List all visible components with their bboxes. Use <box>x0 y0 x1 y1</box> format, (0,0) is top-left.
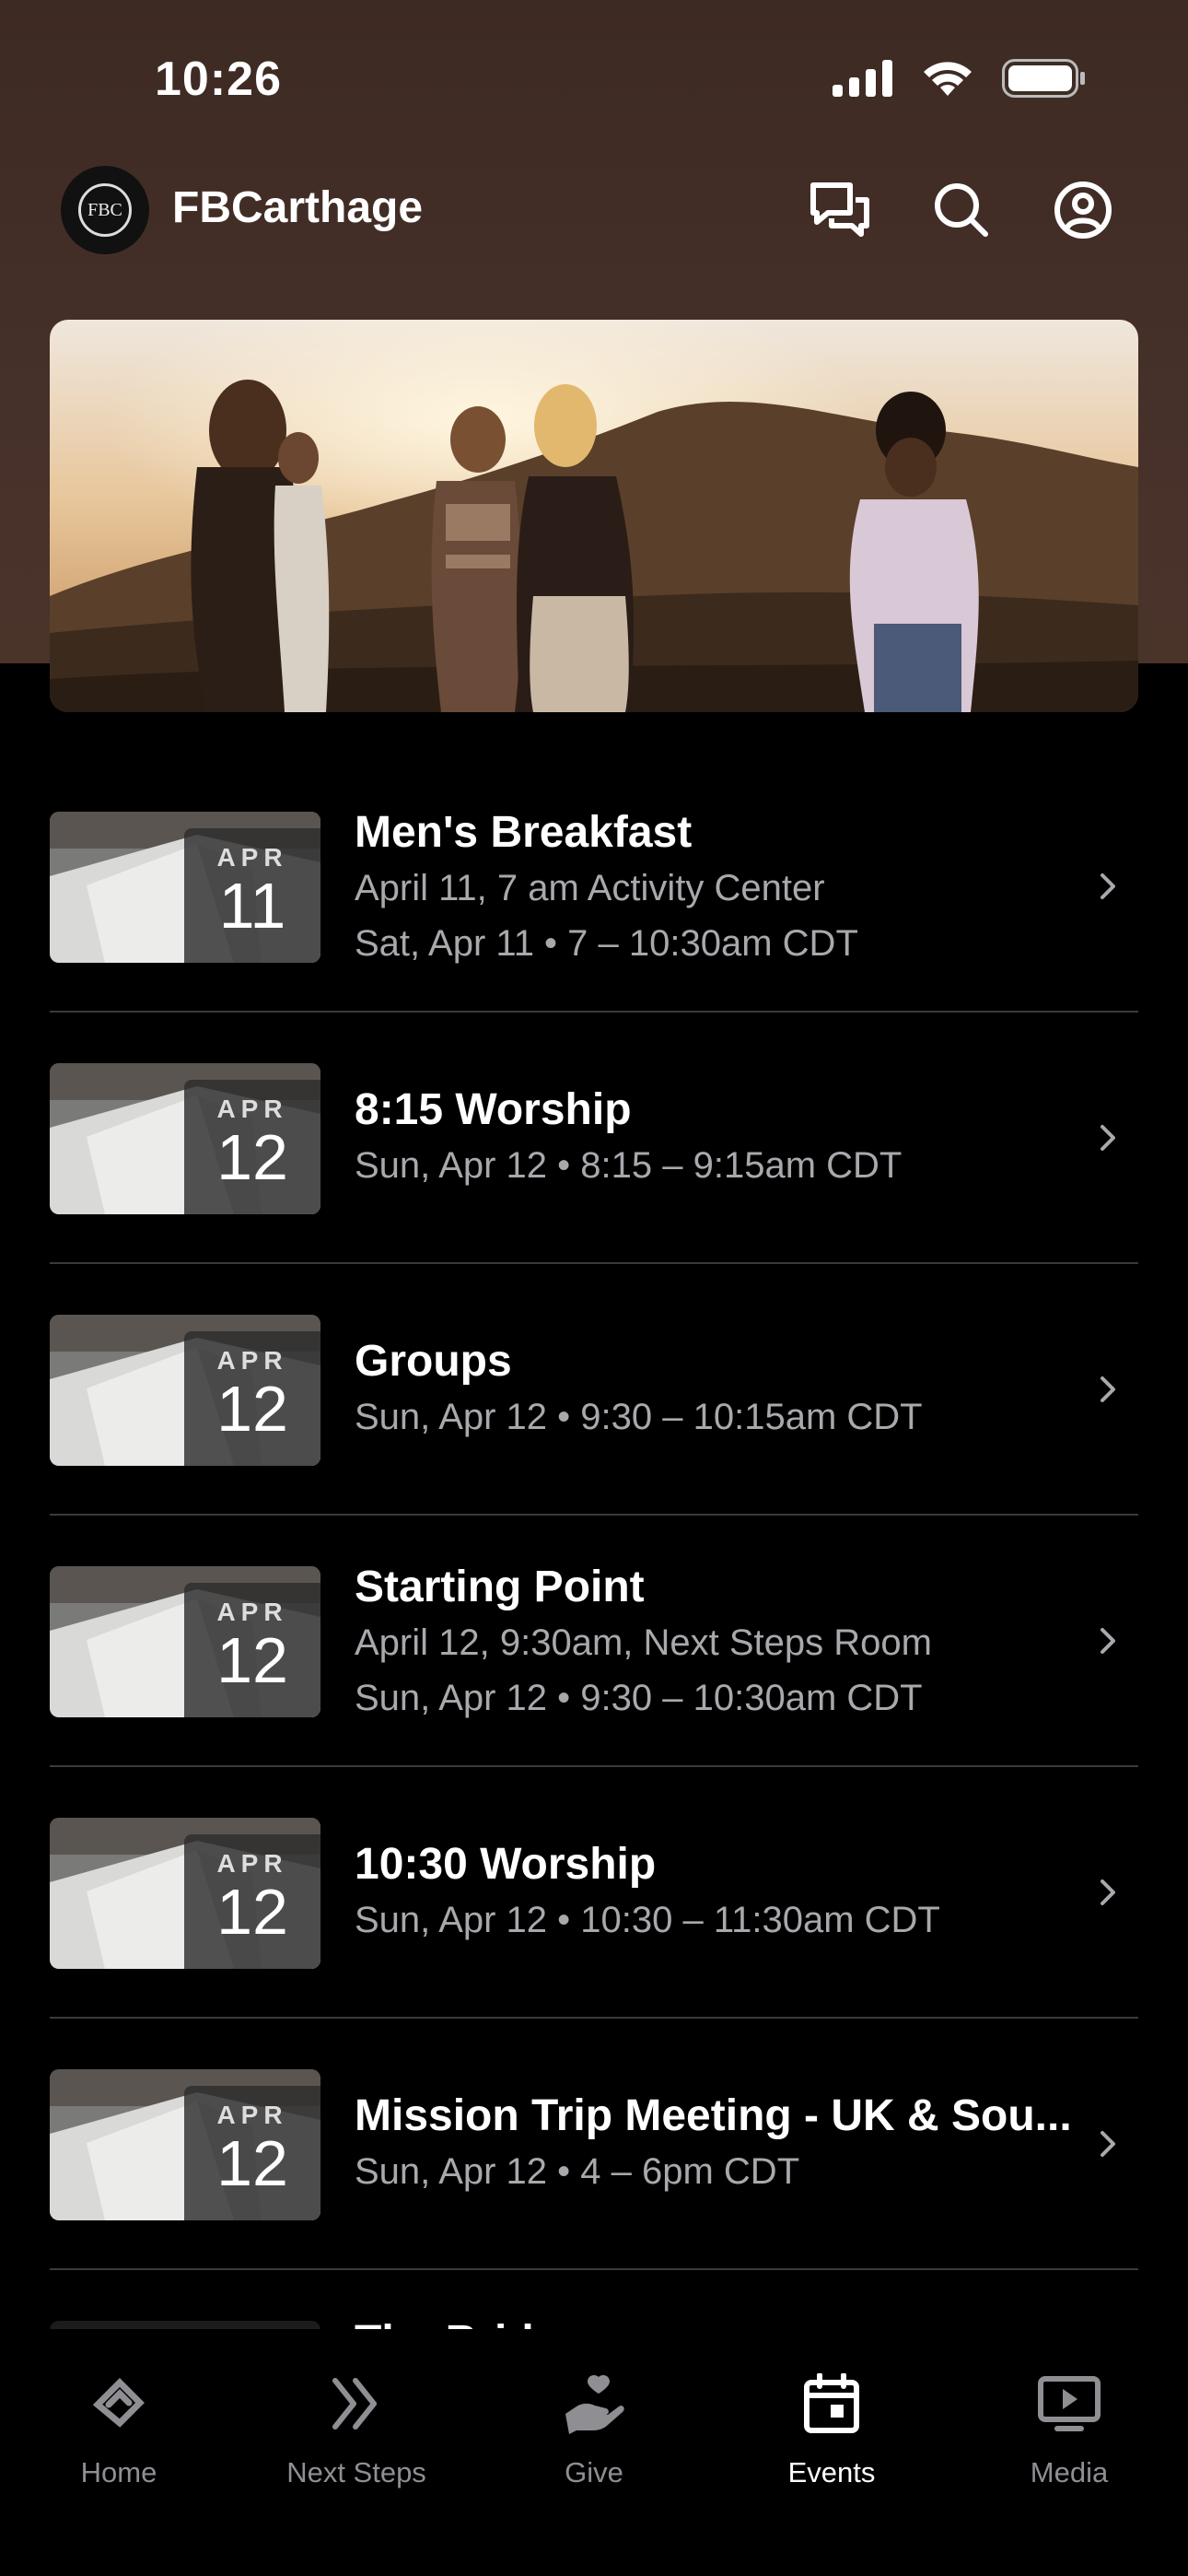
event-datetime: Sun, Apr 12 • 8:15 – 9:15am CDT <box>355 1145 903 1186</box>
date-badge-month: APR <box>216 1095 288 1123</box>
event-list: APR 11 Men's Breakfast April 11, 7 am Ac… <box>50 761 1138 2522</box>
tab-events[interactable]: Events <box>713 2368 950 2489</box>
calendar-icon <box>804 2373 859 2433</box>
tab-media[interactable]: Media <box>950 2368 1188 2489</box>
event-thumbnail: APR 11 <box>50 812 320 963</box>
event-title: Starting Point <box>355 1563 645 1611</box>
event-row-starting-point[interactable]: APR 12 Starting Point April 12, 9:30am, … <box>50 1516 1138 1767</box>
event-description: April 11, 7 am Activity Center <box>355 868 825 908</box>
tab-give-label: Give <box>565 2456 623 2488</box>
event-datetime: Sun, Apr 12 • 4 – 6pm CDT <box>355 2151 800 2192</box>
give-icon <box>565 2374 624 2434</box>
date-badge-day: 12 <box>216 1876 288 1948</box>
messages-icon <box>810 182 869 237</box>
chevron-right-icon <box>1101 1627 1115 1654</box>
event-thumbnail: APR 12 <box>50 1063 320 1214</box>
event-row-1030-worship[interactable]: APR 12 10:30 Worship Sun, Apr 12 • 10:30… <box>50 1767 1138 2019</box>
app-title: FBCarthage <box>172 183 424 232</box>
date-badge: APR 12 <box>184 1080 320 1214</box>
event-row-mission-trip[interactable]: APR 12 Mission Trip Meeting - UK & Sou..… <box>50 2019 1138 2270</box>
date-badge-month: APR <box>216 2101 288 2129</box>
profile-icon <box>1054 181 1112 239</box>
date-badge-day: 12 <box>216 2127 288 2199</box>
date-badge-day: 11 <box>218 870 286 942</box>
event-thumbnail: APR 12 <box>50 1566 320 1717</box>
date-badge-month: APR <box>216 1598 288 1626</box>
date-badge-month: APR <box>216 843 288 872</box>
status-bar: 10:26 <box>0 0 1188 157</box>
app-bar: FBC FBCarthage <box>0 157 1188 263</box>
event-thumbnail: APR 12 <box>50 2069 320 2220</box>
date-badge: APR 12 <box>184 1583 320 1717</box>
search-button[interactable] <box>928 177 995 243</box>
event-title: Mission Trip Meeting - UK & Sou... <box>355 2091 1072 2140</box>
chevron-right-icon <box>1101 1879 1115 1905</box>
event-datetime: Sun, Apr 12 • 9:30 – 10:15am CDT <box>355 1397 923 1437</box>
battery-icon <box>1002 59 1085 98</box>
date-badge-month: APR <box>216 1346 288 1375</box>
event-datetime: Sun, Apr 12 • 9:30 – 10:30am CDT <box>355 1678 923 1718</box>
event-row-mens-breakfast[interactable]: APR 11 Men's Breakfast April 11, 7 am Ac… <box>50 761 1138 1013</box>
tab-home-label: Home <box>80 2456 157 2488</box>
tab-give[interactable]: Give <box>475 2368 713 2489</box>
logo-mark: FBC <box>78 183 132 237</box>
event-title: 8:15 Worship <box>355 1085 632 1134</box>
event-title: Men's Breakfast <box>355 808 693 857</box>
cellular-signal-icon <box>833 60 892 97</box>
hero-photo <box>50 320 1138 712</box>
event-description: April 12, 9:30am, Next Steps Room <box>355 1622 932 1663</box>
event-row-815-worship[interactable]: APR 12 8:15 Worship Sun, Apr 12 • 8:15 –… <box>50 1013 1138 1264</box>
profile-button[interactable] <box>1050 177 1116 243</box>
tab-next-steps[interactable]: Next Steps <box>238 2368 475 2489</box>
event-title: Groups <box>355 1337 512 1386</box>
chevron-right-icon <box>1101 1376 1115 1402</box>
date-badge-day: 12 <box>216 1624 288 1696</box>
event-datetime: Sat, Apr 11 • 7 – 10:30am CDT <box>355 923 858 964</box>
date-badge: APR 12 <box>184 1834 320 1969</box>
chevron-right-icon <box>1101 2130 1115 2157</box>
event-thumbnail: APR 12 <box>50 1315 320 1466</box>
next-steps-icon <box>332 2378 377 2430</box>
tab-home[interactable]: Home <box>0 2368 238 2489</box>
messages-button[interactable] <box>807 177 873 243</box>
hero-image[interactable] <box>50 320 1138 712</box>
home-icon <box>92 2378 145 2428</box>
date-badge-day: 12 <box>216 1373 288 1445</box>
status-icons <box>833 59 1087 98</box>
tab-bar: Home Next Steps Give Events Media <box>0 2329 1188 2576</box>
church-logo[interactable]: FBC <box>61 166 149 254</box>
date-badge-month: APR <box>216 1849 288 1878</box>
wifi-icon <box>924 62 972 96</box>
chevron-right-icon <box>1101 872 1115 899</box>
search-icon <box>935 183 988 237</box>
tab-events-label: Events <box>787 2456 876 2488</box>
date-badge: APR 11 <box>184 828 320 963</box>
event-title: 10:30 Worship <box>355 1840 657 1889</box>
date-badge-day: 12 <box>216 1121 288 1193</box>
event-row-groups[interactable]: APR 12 Groups Sun, Apr 12 • 9:30 – 10:15… <box>50 1264 1138 1516</box>
date-badge: APR 12 <box>184 2086 320 2220</box>
status-time: 10:26 <box>155 53 282 106</box>
date-badge: APR 12 <box>184 1331 320 1466</box>
tab-media-label: Media <box>1030 2456 1109 2488</box>
media-icon <box>1038 2376 1101 2431</box>
event-datetime: Sun, Apr 12 • 10:30 – 11:30am CDT <box>355 1900 940 1940</box>
tab-next-steps-label: Next Steps <box>286 2456 426 2488</box>
event-thumbnail: APR 12 <box>50 1818 320 1969</box>
chevron-right-icon <box>1101 1124 1115 1151</box>
